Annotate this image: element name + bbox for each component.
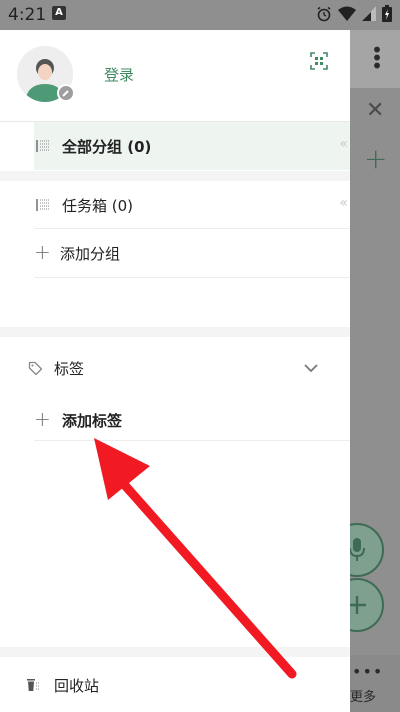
tag-icon — [28, 361, 43, 376]
list-icon — [36, 199, 49, 211]
section-divider — [0, 327, 350, 337]
navigation-drawer: 登录 全部分组 (0) « 任务箱 (0) « + 添加分组 标签 + 添加标签… — [0, 30, 350, 712]
alarm-icon — [317, 6, 331, 21]
tags-section-header[interactable]: 标签 — [0, 344, 350, 392]
section-divider — [0, 171, 350, 181]
plus-icon: + — [34, 240, 51, 264]
chevron-down-icon[interactable] — [303, 363, 319, 373]
group-label: 全部分组 (0) — [62, 138, 152, 156]
add-group-label: 添加分组 — [60, 245, 121, 263]
scan-icon[interactable] — [310, 52, 328, 74]
row-divider — [34, 440, 350, 441]
battery-icon — [382, 5, 392, 22]
plus-icon: + — [34, 407, 51, 431]
status-icons — [316, 5, 392, 22]
plus-icon[interactable]: + — [364, 142, 387, 175]
section-divider — [0, 647, 350, 657]
add-tag-button[interactable]: + 添加标签 — [0, 396, 350, 444]
more-horiz-icon[interactable]: ••• — [352, 662, 383, 681]
status-bar: 4:21 A — [0, 0, 400, 30]
notification-icon: A — [52, 6, 66, 20]
close-icon[interactable]: ✕ — [366, 98, 384, 123]
group-item-inbox[interactable]: 任务箱 (0) « — [0, 181, 350, 229]
collapse-icon[interactable]: « — [339, 195, 348, 211]
more-vert-icon[interactable]: • • • — [370, 40, 384, 76]
row-divider — [34, 277, 350, 278]
list-icon — [36, 140, 49, 152]
add-group-button[interactable]: + 添加分组 — [0, 229, 350, 277]
trash-icon — [27, 679, 40, 691]
more-label[interactable]: 更多 — [350, 686, 376, 705]
collapse-icon[interactable]: « — [339, 136, 348, 152]
signal-icon — [362, 6, 376, 21]
mic-icon — [349, 538, 365, 561]
screen: • • • ✕ + ••• 更多 4:21 A 登录 全部分组 (0) « 任务… — [0, 0, 400, 712]
group-item-all[interactable]: 全部分组 (0) « — [0, 122, 350, 170]
group-label: 任务箱 (0) — [62, 197, 134, 215]
trash-label: 回收站 — [54, 677, 100, 695]
tags-section-label: 标签 — [54, 360, 85, 378]
status-time: 4:21 — [8, 5, 47, 25]
trash-button[interactable]: 回收站 — [0, 657, 350, 712]
login-link[interactable]: 登录 — [104, 64, 134, 85]
add-tag-label: 添加标签 — [62, 412, 123, 430]
edit-badge-icon — [57, 84, 75, 102]
wifi-icon — [338, 6, 356, 21]
